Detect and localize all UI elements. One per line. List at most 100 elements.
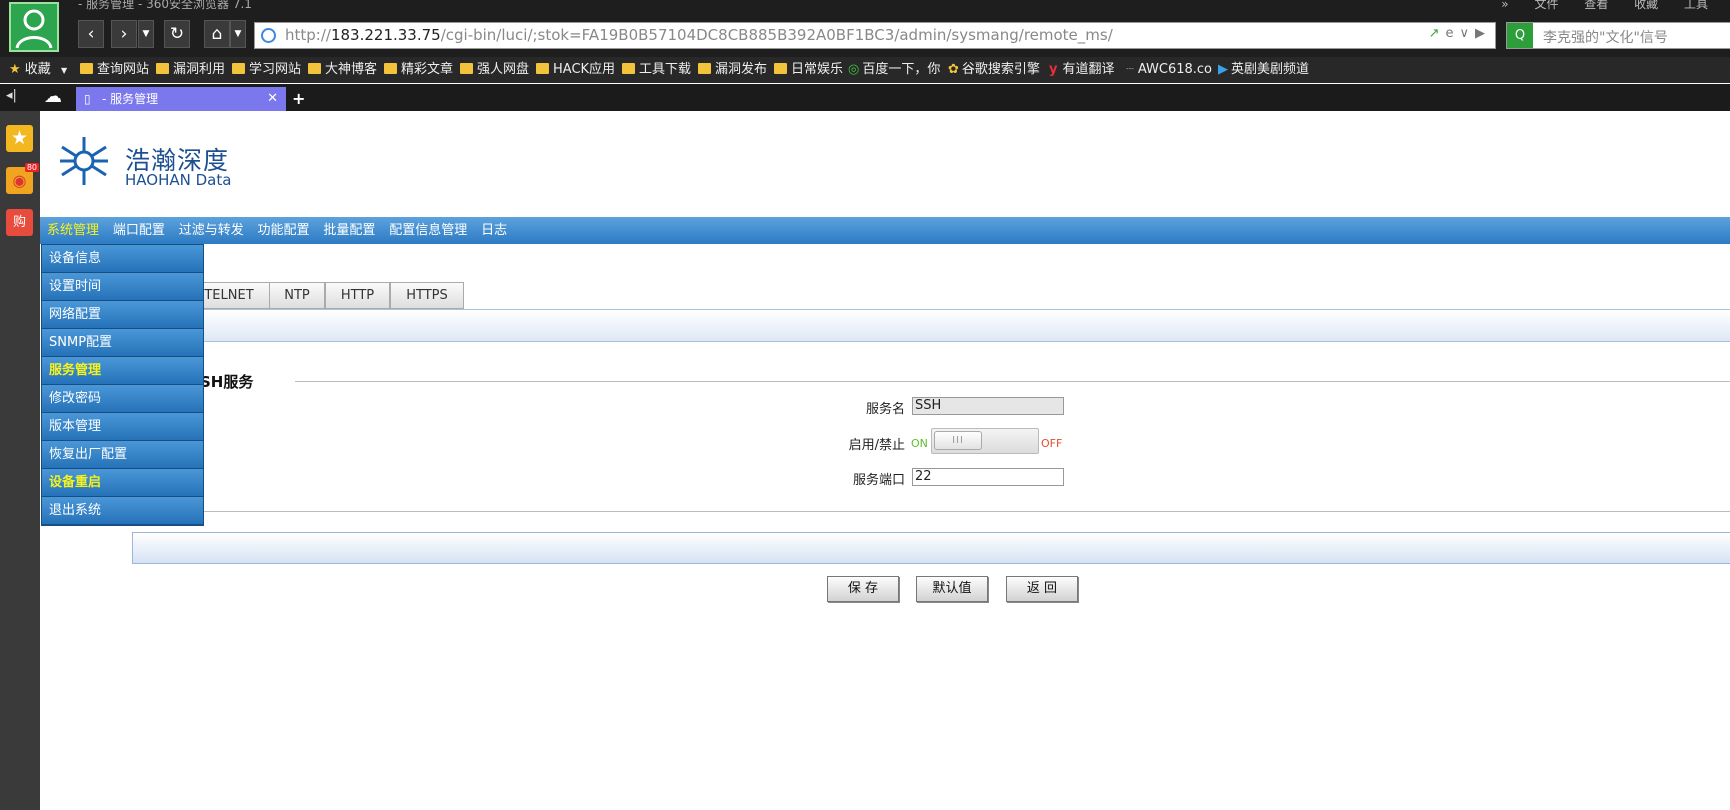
service-port-field[interactable]: 22 (912, 468, 1064, 486)
page-content: 浩瀚深度 HAOHAN Data 系统管理 端口配置 过滤与转发 功能配置 批量… (40, 111, 1730, 810)
menu-service-management[interactable]: 服务管理 (42, 357, 203, 385)
tab-ntp[interactable]: NTP (269, 282, 325, 309)
url-host: 183.221.33.75 (330, 26, 441, 44)
bookmark-awc[interactable]: ┄ AWC618.co (1126, 60, 1212, 80)
nav-port-config[interactable]: 端口配置 (110, 217, 168, 244)
service-port-label: 服务端口 (852, 473, 905, 488)
sidebar-toggle-icon[interactable]: ◂| (6, 88, 17, 103)
menu-tools[interactable]: 工具 (1684, 0, 1708, 11)
bookmark-label: 有道翻译 (1062, 62, 1115, 77)
bookmark-folder[interactable]: 工具下载 (622, 60, 691, 80)
bookmark-folder[interactable]: 查询网站 (80, 60, 149, 80)
shopping-icon[interactable]: 购 (6, 209, 33, 236)
menu-network-config[interactable]: 网络配置 (42, 301, 203, 329)
menu-more[interactable]: » (1501, 0, 1508, 11)
go-icon[interactable]: ▶ (1475, 26, 1491, 41)
bookmark-folder[interactable]: 日常娱乐 (774, 60, 843, 80)
menu-favorites[interactable]: 收藏 (1634, 0, 1658, 11)
bookmark-folder[interactable]: 强人网盘 (460, 60, 529, 80)
bookmark-google[interactable]: ✿ 谷歌搜索引擎 (948, 60, 1040, 80)
back-button[interactable]: ‹ (78, 20, 104, 48)
forward-button[interactable]: › (111, 20, 137, 48)
bookmark-youdao[interactable]: y 有道翻译 (1049, 60, 1115, 80)
bookmark-label: 精彩文章 (401, 62, 454, 77)
home-button[interactable]: ⌂ (204, 20, 230, 48)
logo-subtitle: HAOHAN Data (125, 171, 232, 189)
url-text[interactable]: http://183.221.33.75/cgi-bin/luci/;stok=… (285, 26, 1113, 44)
search-icon[interactable]: Q (1507, 23, 1533, 48)
bookmark-label: 学习网站 (249, 62, 302, 77)
wifi-icon: ◎ (848, 62, 860, 77)
bookmark-baidu[interactable]: ◎ 百度一下，你 (848, 60, 940, 80)
menu-set-time[interactable]: 设置时间 (42, 273, 203, 301)
paw-icon: ✿ (948, 62, 959, 77)
nav-filter-forward[interactable]: 过滤与转发 (176, 217, 247, 244)
tab-https[interactable]: HTTPS (390, 282, 464, 309)
service-name-field[interactable]: SSH (912, 397, 1064, 415)
weibo-icon[interactable]: ◉ 80 (6, 163, 39, 194)
search-box[interactable]: Q 李克强的"文化"信号 (1506, 22, 1730, 49)
default-button[interactable]: 默认值 (916, 576, 988, 602)
menu-file[interactable]: 文件 (1534, 0, 1558, 11)
cloud-icon[interactable]: ☁ (44, 86, 62, 107)
user-avatar[interactable] (9, 2, 59, 52)
nav-system-management[interactable]: 系统管理 (44, 217, 102, 244)
bookmarks-bar: ★ 收藏 ▼ 查询网站 漏洞利用 学习网站 大神博客 精彩文章 强人网盘 HAC… (0, 57, 1730, 83)
bookmark-folder[interactable]: 大神博客 (308, 60, 377, 80)
nav-function-config[interactable]: 功能配置 (255, 217, 313, 244)
home-dropdown[interactable]: ▼ (230, 20, 246, 48)
tab-service-management[interactable]: ▯ - 服务管理 ✕ (76, 87, 286, 111)
folder-icon (460, 63, 473, 74)
bookmark-label: 百度一下，你 (862, 62, 941, 77)
history-dropdown[interactable]: ▼ (138, 20, 154, 48)
home-icon: ⌂ (211, 24, 223, 44)
nav-config-info[interactable]: 配置信息管理 (386, 217, 470, 244)
save-button[interactable]: 保 存 (827, 576, 899, 602)
toggle-knob[interactable]: III (934, 431, 982, 450)
reload-icon: ↻ (169, 24, 185, 44)
menu-version-management[interactable]: 版本管理 (42, 413, 203, 441)
footer-band (132, 532, 1730, 564)
menu-factory-reset[interactable]: 恢复出厂配置 (42, 441, 203, 469)
nav-batch-config[interactable]: 批量配置 (320, 217, 378, 244)
youdao-icon: y (1049, 62, 1058, 77)
bookmark-folder[interactable]: 精彩文章 (384, 60, 453, 80)
bookmark-label: 强人网盘 (477, 62, 530, 77)
favorites-star-icon[interactable]: ★ (6, 125, 33, 152)
menu-change-password[interactable]: 修改密码 (42, 385, 203, 413)
address-bar[interactable]: http://183.221.33.75/cgi-bin/luci/;stok=… (254, 22, 1496, 49)
bookmark-folder[interactable]: HACK应用 (536, 60, 615, 80)
toggle-off-label: OFF (1041, 437, 1063, 450)
caret-down-icon: ▼ (60, 66, 68, 75)
folder-icon (80, 63, 93, 74)
bookmark-tv[interactable]: ▶ 英剧美剧频道 (1218, 60, 1309, 80)
bookmark-label: 谷歌搜索引擎 (961, 62, 1040, 77)
tab-http[interactable]: HTTP (325, 282, 390, 309)
new-tab-icon[interactable]: + (292, 89, 305, 108)
reload-button[interactable]: ↻ (164, 20, 190, 48)
dropdown-icon[interactable]: ∨ (1459, 26, 1475, 41)
folder-icon (774, 63, 787, 74)
menu-logout[interactable]: 退出系统 (42, 497, 203, 525)
menu-device-reboot[interactable]: 设备重启 (42, 469, 203, 497)
bookmark-label: 大神博客 (325, 62, 378, 77)
menu-view[interactable]: 查看 (1584, 0, 1608, 11)
share-icon[interactable]: ↗ (1429, 26, 1446, 41)
nav-log[interactable]: 日志 (478, 217, 510, 244)
bookmark-label: 日常娱乐 (791, 62, 844, 77)
compat-icon[interactable]: e (1445, 26, 1459, 41)
search-input[interactable]: 李克强的"文化"信号 (1543, 27, 1668, 47)
bookmark-folder[interactable]: 漏洞利用 (156, 60, 225, 80)
browser-titlebar: - 服务管理 - 360安全浏览器 7.1 » 文件 查看 收藏 工具 ‹ › … (0, 0, 1730, 57)
bookmark-folder[interactable]: 学习网站 (232, 60, 301, 80)
bookmark-favorites[interactable]: ★ 收藏 ▼ (9, 60, 67, 80)
folder-icon (232, 63, 245, 74)
back-button[interactable]: 返 回 (1006, 576, 1078, 602)
bookmark-folder[interactable]: 漏洞发布 (698, 60, 767, 80)
enable-label: 启用/禁止 (848, 438, 905, 453)
caret-down-icon: ▼ (142, 29, 150, 39)
enable-toggle[interactable]: III (931, 428, 1039, 454)
menu-snmp-config[interactable]: SNMP配置 (42, 329, 203, 357)
menu-device-info[interactable]: 设备信息 (42, 245, 203, 273)
close-icon[interactable]: ✕ (267, 87, 278, 111)
